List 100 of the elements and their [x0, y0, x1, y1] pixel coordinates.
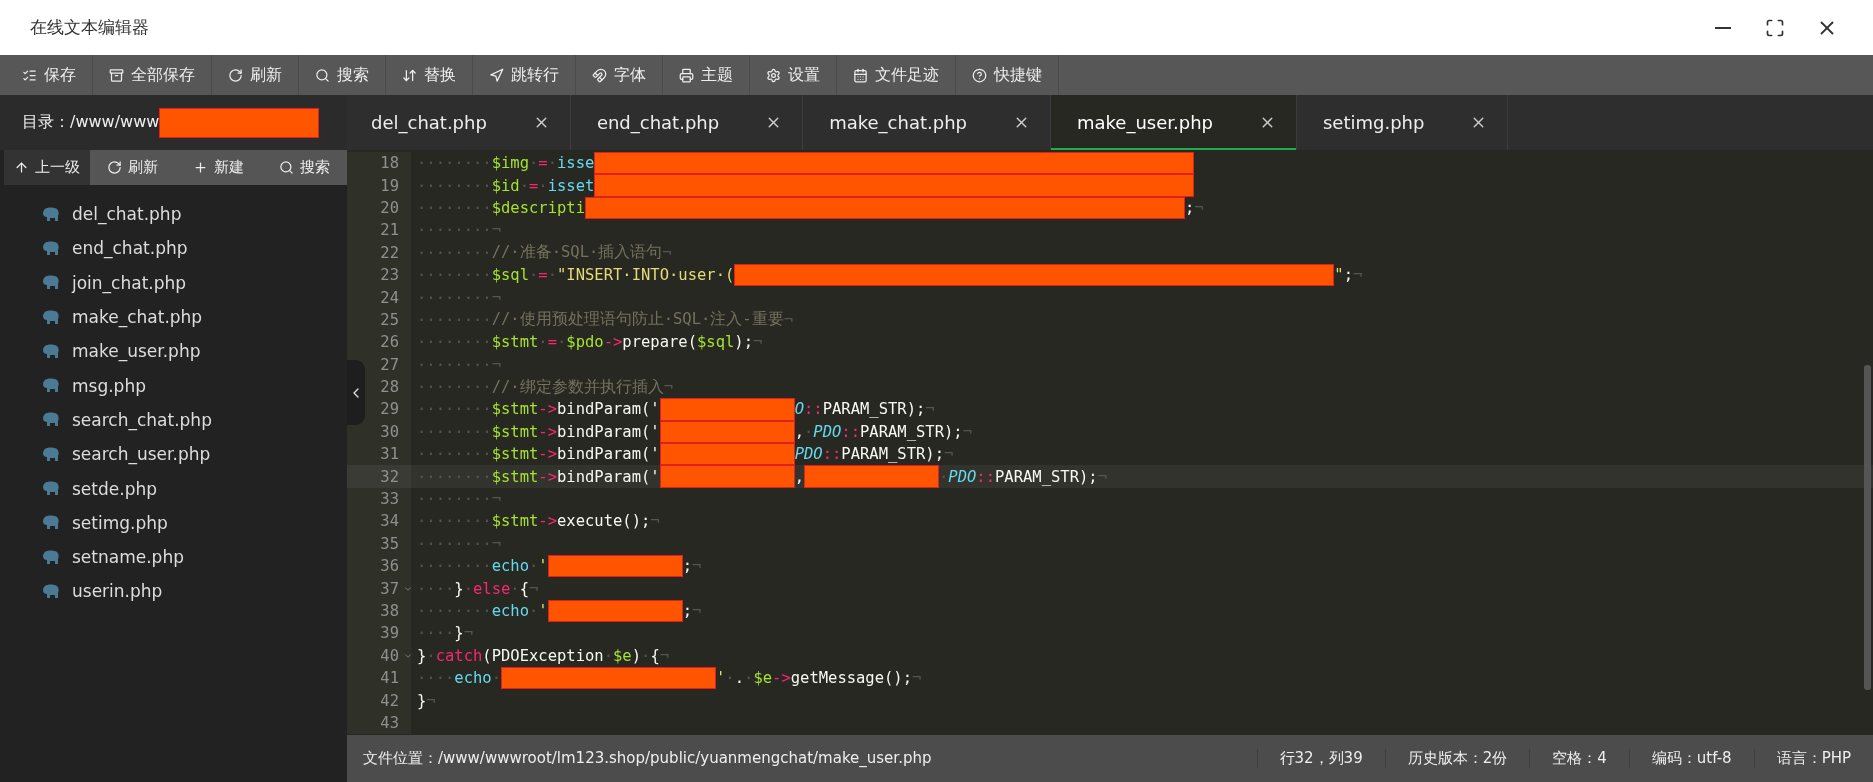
whitespace-marker: ¬: [463, 624, 473, 643]
whitespace-marker: ¬: [426, 691, 436, 710]
code-token: $descripti: [491, 198, 585, 217]
code-token: bindParam(': [557, 400, 660, 419]
elephant-icon: [42, 446, 60, 462]
file-item[interactable]: make_chat.php: [42, 299, 347, 335]
line-number: 42: [380, 691, 399, 710]
file-item[interactable]: setde.php: [42, 471, 347, 506]
collapse-handle[interactable]: [347, 360, 365, 425]
file-item[interactable]: msg.php: [42, 368, 347, 403]
code-token: $stmt: [491, 445, 539, 464]
minimize-icon: [1715, 26, 1731, 29]
code-token: $id: [491, 176, 520, 195]
code-token: }: [417, 691, 427, 710]
line-number: 27: [380, 355, 399, 374]
line-number: 25: [380, 310, 399, 329]
whitespace-marker: ¬: [692, 602, 702, 620]
code-token: $stmt: [491, 333, 539, 352]
whitespace-marker: ····: [417, 669, 455, 688]
code-token: PDO: [813, 422, 842, 441]
line-number: 43: [380, 713, 399, 732]
code-token: {: [519, 579, 530, 598]
line-number: 41: [380, 669, 399, 688]
file-item[interactable]: search_user.php: [42, 437, 347, 472]
elephant-icon: [42, 240, 60, 256]
whitespace-marker: ·: [538, 176, 548, 195]
code-token: execute();: [557, 512, 651, 531]
whitespace-marker: ¬: [925, 400, 935, 419]
whitespace-marker: ·: [725, 669, 735, 688]
code-token: ::: [976, 467, 995, 486]
file-item[interactable]: make_user.php: [42, 334, 347, 369]
line-number: 37: [380, 579, 399, 598]
code-token: PDO: [794, 445, 823, 464]
code-token: echo: [454, 669, 492, 688]
file-item[interactable]: join_chat.php: [42, 265, 347, 300]
whitespace-marker: ········: [417, 557, 492, 576]
navigation-icon: [489, 67, 504, 83]
checklist-icon: [22, 67, 37, 83]
line-number: 32: [380, 467, 399, 486]
elephant-icon: [42, 309, 60, 325]
whitespace-marker: ·: [557, 333, 567, 352]
whitespace-marker: ·: [547, 266, 557, 285]
line-number: 18: [380, 154, 399, 173]
file-item[interactable]: setname.php: [42, 539, 347, 575]
code-token: =: [529, 176, 539, 195]
whitespace-marker: ·: [519, 176, 529, 195]
whitespace-marker: ·: [529, 557, 539, 576]
whitespace-marker: ·: [510, 579, 520, 598]
whitespace-marker: ¬: [783, 310, 793, 329]
code-token: bindParam(': [557, 467, 660, 486]
line-number: 19: [380, 176, 399, 195]
whitespace-marker: ········: [417, 266, 492, 285]
line-number: 29: [380, 400, 399, 419]
whitespace-marker: ·: [529, 266, 539, 285]
whitespace-marker: ·: [547, 154, 557, 173]
whitespace-marker: ¬: [659, 646, 670, 665]
whitespace-marker: ········: [417, 400, 492, 419]
code-token: bindParam(': [557, 422, 660, 441]
code-token: //·使用预处理语句防止·SQL·注入-重要: [491, 309, 784, 331]
code-token: {: [650, 646, 660, 665]
file-item[interactable]: end_chat.php: [42, 231, 347, 266]
whitespace-marker: ········: [417, 512, 492, 531]
whitespace-marker: ········: [417, 467, 492, 486]
refresh-icon: [228, 67, 243, 83]
line-number: 20: [380, 198, 399, 217]
file-item[interactable]: userin.php: [42, 574, 347, 609]
whitespace-marker: ·: [529, 154, 539, 173]
sidebar-button[interactable]: 上一级: [4, 150, 90, 185]
code-token: echo: [491, 557, 529, 576]
line-number: 26: [380, 333, 399, 352]
code-token: }: [454, 579, 464, 598]
file-item[interactable]: setimg.php: [42, 505, 347, 540]
line-number: 36: [380, 557, 399, 576]
whitespace-marker: ¬: [662, 243, 672, 262]
file-item[interactable]: del_chat.php: [42, 197, 347, 232]
code-token: $stmt: [491, 512, 539, 531]
elephant-icon: [42, 343, 60, 359]
code-token: ': [716, 669, 726, 688]
code-token: ->: [538, 512, 557, 531]
elephant-icon: [42, 515, 60, 531]
code-token: =: [538, 154, 548, 173]
file-tab[interactable]: make_user.php: [1050, 95, 1297, 150]
code-token: ,: [794, 467, 804, 486]
code-editor[interactable]: [347, 150, 1873, 735]
code-token: .: [734, 669, 745, 688]
line-number: 34: [380, 512, 399, 531]
code-token: isse: [557, 154, 595, 173]
elephant-icon: [42, 378, 60, 394]
whitespace-marker: ········: [417, 602, 492, 620]
elephant-icon: [42, 275, 60, 291]
whitespace-marker: ·: [491, 669, 501, 688]
code-token: $stmt: [491, 422, 539, 441]
whitespace-marker: ····: [417, 624, 455, 643]
whitespace-marker: ········: [417, 333, 492, 352]
line-number: 31: [380, 445, 399, 464]
code-token: $e: [753, 669, 773, 688]
file-item[interactable]: search_chat.php: [42, 402, 347, 438]
line-number: 23: [380, 266, 399, 285]
status-item: 空格：4: [1529, 749, 1629, 768]
scrollbar-thumb[interactable]: [1864, 365, 1871, 690]
